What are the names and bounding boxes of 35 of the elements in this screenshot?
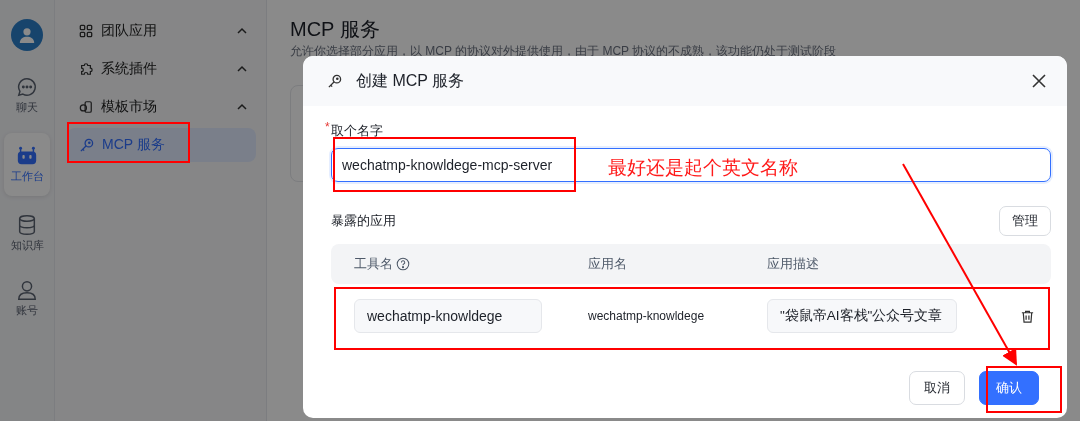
key-icon bbox=[327, 73, 342, 89]
puzzle-icon bbox=[79, 62, 93, 76]
sidebar-item[interactable]: 系统插件 bbox=[67, 52, 256, 86]
rail-item[interactable]: 工作台 bbox=[4, 133, 50, 196]
manage-button[interactable]: 管理 bbox=[999, 206, 1051, 236]
avatar-icon[interactable] bbox=[11, 19, 43, 51]
required-mark: * bbox=[325, 122, 330, 132]
column-header: 应用名 bbox=[588, 255, 627, 273]
user-icon bbox=[16, 279, 38, 301]
rail-item[interactable]: 知识库 bbox=[4, 206, 50, 261]
help-icon[interactable] bbox=[396, 257, 410, 271]
annotation-note: 最好还是起个英文名称 bbox=[608, 156, 798, 180]
close-icon[interactable] bbox=[1031, 73, 1047, 89]
field-label: 取个名字 bbox=[330, 122, 383, 140]
rail-item[interactable]: 账号 bbox=[4, 271, 50, 326]
confirm-button[interactable]: 确认 bbox=[979, 371, 1039, 405]
rail-item[interactable]: 聊天 bbox=[4, 68, 50, 123]
column-header: 应用描述 bbox=[767, 255, 819, 273]
page-title: MCP 服务 bbox=[290, 17, 380, 41]
sidebar-item[interactable]: 模板市场 bbox=[67, 90, 256, 124]
database-icon bbox=[16, 214, 38, 236]
robot-icon bbox=[16, 145, 38, 167]
sidebar-item[interactable]: 团队应用 bbox=[67, 14, 256, 48]
chat-icon bbox=[16, 76, 38, 98]
cancel-button[interactable]: 取消 bbox=[909, 371, 965, 405]
tool-name-field[interactable]: wechatmp-knowldege bbox=[354, 299, 542, 333]
table-cell-text: wechatmp-knowldege bbox=[588, 309, 706, 323]
column-header: 工具名 bbox=[354, 255, 393, 273]
section-title: 暴露的应用 bbox=[331, 212, 396, 230]
grid-icon bbox=[79, 24, 93, 38]
description-field[interactable]: "袋鼠帝AI客栈"公众号文章 bbox=[767, 299, 957, 333]
trash-icon[interactable] bbox=[1020, 308, 1035, 324]
key-icon bbox=[79, 137, 94, 153]
dialog-title: 创建 MCP 服务 bbox=[356, 70, 466, 91]
shapes-icon bbox=[79, 100, 93, 114]
